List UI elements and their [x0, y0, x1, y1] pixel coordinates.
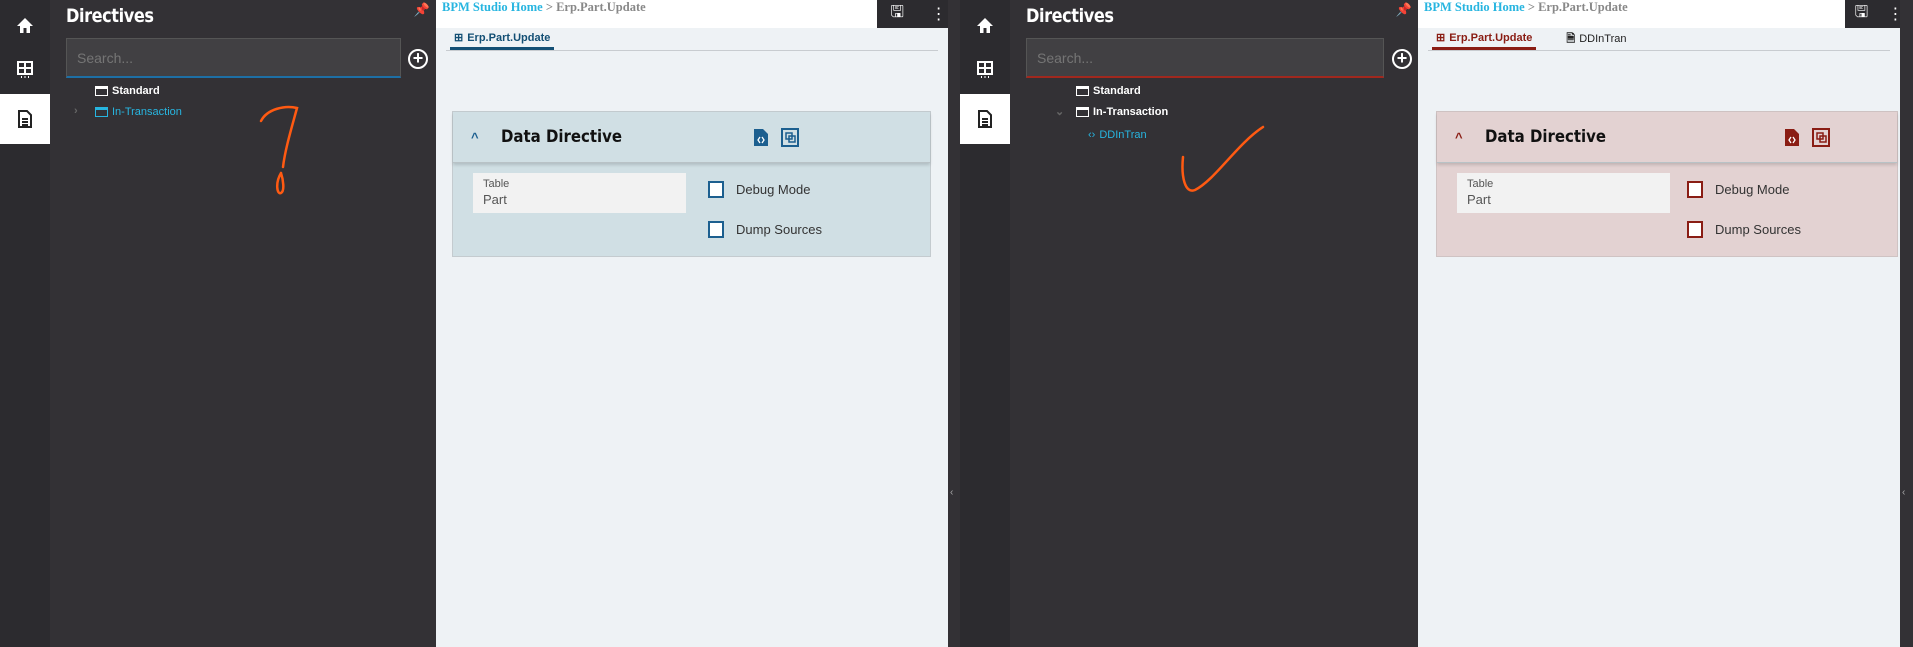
dump-sources-checkbox[interactable]: Dump Sources — [708, 221, 822, 238]
add-icon[interactable]: + — [408, 49, 428, 69]
breadcrumb-current: Erp.Part.Update — [556, 0, 646, 14]
more-vertical-icon[interactable]: ⋮ — [931, 4, 947, 24]
main-content: BPM Studio Home > Erp.Part.Update ⊞ Erp.P… — [436, 0, 948, 647]
sidebar-title: Directives — [1026, 5, 1114, 27]
table-field[interactable]: Table Part — [473, 173, 686, 213]
code-file-icon[interactable] — [753, 128, 769, 147]
chevron-left-icon[interactable]: ‹ — [950, 487, 953, 498]
grid-icon[interactable] — [960, 45, 1010, 95]
collapse-strip[interactable]: ‹ — [1900, 0, 1913, 647]
collapse-caret-icon[interactable]: ^ — [471, 130, 479, 145]
code-icon: ‹› — [1088, 129, 1096, 141]
folder-icon — [95, 107, 108, 117]
debug-mode-checkbox[interactable]: Debug Mode — [708, 181, 810, 198]
panel-title: Data Directive — [1484, 127, 1606, 147]
breadcrumb-current: Erp.Part.Update — [1538, 0, 1628, 14]
main-content: BPM Studio Home > Erp.Part.Update ⊞ Erp.P… — [1418, 0, 1900, 647]
grid-icon: ⊞ — [1436, 32, 1446, 44]
save-icon[interactable]: 🖫 — [890, 1, 904, 28]
save-icon[interactable]: 🖫 — [1855, 1, 1869, 28]
copy-frame-icon[interactable] — [781, 128, 799, 147]
pane-before: Directives 📌 + Standard › In-Transaction… — [0, 0, 960, 647]
tab-erp-part-update[interactable]: ⊞ Erp.Part.Update — [1432, 28, 1537, 50]
document-icon[interactable] — [960, 94, 1010, 144]
chevron-down-icon[interactable]: ⌄ — [1055, 105, 1064, 118]
breadcrumb: BPM Studio Home > Erp.Part.Update — [442, 0, 646, 14]
tree-item-standard[interactable]: Standard — [95, 85, 160, 97]
tree-item-in-transaction[interactable]: In-Transaction — [95, 106, 182, 118]
copy-frame-icon[interactable] — [1812, 128, 1830, 147]
document-icon[interactable] — [0, 94, 50, 144]
sidebar: Directives 📌 + Standard ⌄ In-Transaction… — [1010, 0, 1418, 647]
tab-bar: ⊞ Erp.Part.Update 🗎 DDInTran — [1428, 28, 1890, 51]
data-directive-panel: ^ Data Directive Table Part Debug Mode Du… — [452, 111, 931, 257]
document-icon: 🗎 — [1566, 32, 1576, 45]
chevron-left-icon[interactable]: ‹ — [1902, 487, 1905, 498]
panel-title: Data Directive — [500, 127, 622, 147]
tab-ddintran[interactable]: 🗎 DDInTran — [1562, 28, 1630, 50]
tree-item-standard[interactable]: Standard — [1076, 85, 1141, 97]
tab-bar: ⊞ Erp.Part.Update — [446, 28, 938, 51]
breadcrumb: BPM Studio Home > Erp.Part.Update — [1424, 0, 1628, 14]
debug-mode-checkbox[interactable]: Debug Mode — [1687, 181, 1789, 198]
sidebar: Directives 📌 + Standard › In-Transaction — [50, 0, 436, 647]
chevron-right-icon[interactable]: › — [74, 105, 78, 117]
question-mark-annotation — [259, 105, 299, 195]
collapse-strip[interactable]: ‹ — [948, 0, 960, 647]
pane-after: Directives 📌 + Standard ⌄ In-Transaction… — [960, 0, 1913, 647]
grid-icon[interactable] — [0, 45, 50, 95]
search-input[interactable] — [66, 38, 401, 78]
tree-item-in-transaction[interactable]: In-Transaction — [1076, 106, 1168, 118]
top-bar: BPM Studio Home > Erp.Part.Update — [1418, 0, 1900, 28]
code-file-icon[interactable] — [1784, 128, 1800, 147]
pin-icon[interactable]: 📌 — [1396, 2, 1412, 18]
folder-icon — [1076, 107, 1089, 117]
folder-icon — [95, 86, 108, 96]
add-icon[interactable]: + — [1392, 49, 1412, 69]
collapse-caret-icon[interactable]: ^ — [1455, 130, 1463, 145]
home-icon[interactable] — [960, 0, 1010, 50]
search-input[interactable] — [1026, 38, 1384, 78]
home-icon[interactable] — [0, 0, 50, 50]
tree-item-ddintran[interactable]: ‹› DDInTran — [1088, 129, 1147, 141]
nav-rail — [0, 0, 50, 647]
dump-sources-checkbox[interactable]: Dump Sources — [1687, 221, 1801, 238]
breadcrumb-home-link[interactable]: BPM Studio Home — [442, 0, 543, 14]
tab-erp-part-update[interactable]: ⊞ Erp.Part.Update — [450, 28, 555, 50]
grid-icon: ⊞ — [454, 32, 464, 44]
pin-icon[interactable]: 📌 — [414, 2, 430, 18]
nav-rail — [960, 0, 1010, 647]
folder-icon — [1076, 86, 1089, 96]
sidebar-title: Directives — [66, 5, 154, 27]
check-mark-annotation — [1181, 125, 1265, 192]
table-field[interactable]: Table Part — [1457, 173, 1670, 213]
breadcrumb-home-link[interactable]: BPM Studio Home — [1424, 0, 1525, 14]
top-bar: BPM Studio Home > Erp.Part.Update — [436, 0, 948, 28]
data-directive-panel: ^ Data Directive Table Part Debug Mode Du… — [1436, 111, 1898, 257]
